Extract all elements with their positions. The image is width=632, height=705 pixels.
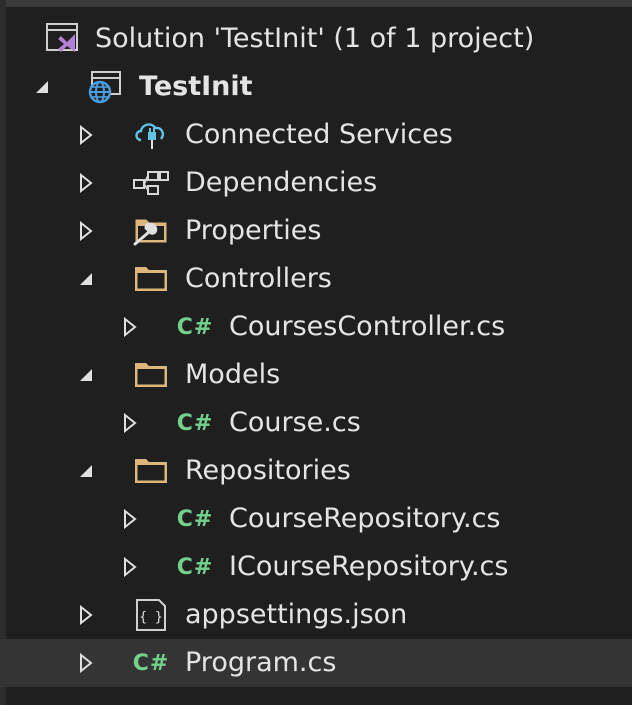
expand-arrow-icon[interactable] [76, 603, 96, 627]
expand-arrow-icon[interactable] [76, 219, 96, 243]
tree-row-courses-controller[interactable]: C# CoursesController.cs [0, 303, 632, 351]
course-repository-label: CourseRepository.cs [229, 503, 501, 534]
web-project-globe-icon [86, 70, 124, 104]
tree-row-solution[interactable]: Solution 'TestInit' (1 of 1 project) [0, 15, 632, 63]
properties-label: Properties [185, 215, 322, 246]
tree-row-course-repository[interactable]: C# CourseRepository.cs [0, 495, 632, 543]
expand-arrow-icon[interactable] [76, 123, 96, 147]
tree-row-properties[interactable]: Properties [0, 207, 632, 255]
expand-arrow-icon[interactable] [76, 171, 96, 195]
folder-wrench-icon [132, 214, 170, 248]
icourse-repository-label: ICourseRepository.cs [229, 551, 509, 582]
tree-row-connected-services[interactable]: Connected Services [0, 111, 632, 159]
panel-top-border [0, 0, 632, 7]
courses-controller-label: CoursesController.cs [229, 311, 506, 342]
json-glyph: { } [139, 610, 162, 625]
models-label: Models [185, 359, 281, 390]
tree-row-repositories[interactable]: Repositories [0, 447, 632, 495]
dependencies-label: Dependencies [185, 167, 378, 198]
csharp-file-icon: C# [176, 506, 214, 532]
collapse-arrow-icon[interactable] [76, 363, 96, 387]
controllers-label: Controllers [185, 263, 332, 294]
csharp-file-icon: C# [176, 410, 214, 436]
program-label: Program.cs [185, 647, 337, 678]
project-label: TestInit [139, 71, 253, 102]
tree-row-icourse-repository[interactable]: C# ICourseRepository.cs [0, 543, 632, 591]
csharp-file-icon: C# [176, 314, 214, 340]
expand-arrow-icon[interactable] [120, 507, 140, 531]
tree-row-course[interactable]: C# Course.cs [0, 399, 632, 447]
course-label: Course.cs [229, 407, 361, 438]
tree-row-appsettings[interactable]: { } appsettings.json [0, 591, 632, 639]
connected-services-label: Connected Services [185, 119, 453, 150]
collapse-arrow-icon[interactable] [32, 75, 52, 99]
tree-row-project[interactable]: TestInit [0, 63, 632, 111]
expand-arrow-icon[interactable] [120, 315, 140, 339]
solution-label: Solution 'TestInit' (1 of 1 project) [95, 23, 535, 54]
collapse-arrow-icon[interactable] [76, 459, 96, 483]
collapse-arrow-icon[interactable] [76, 267, 96, 291]
folder-icon [132, 454, 170, 488]
csharp-file-icon: C# [176, 554, 214, 580]
expand-arrow-icon[interactable] [120, 555, 140, 579]
folder-icon [132, 358, 170, 392]
expand-arrow-icon[interactable] [76, 651, 96, 675]
tree-row-dependencies[interactable]: Dependencies [0, 159, 632, 207]
tree-row-models[interactable]: Models [0, 351, 632, 399]
tree-row-controllers[interactable]: Controllers [0, 255, 632, 303]
csharp-file-icon: C# [132, 650, 170, 676]
dependency-nodes-icon [132, 166, 170, 200]
json-file-icon: { } [132, 598, 170, 632]
expand-arrow-icon[interactable] [120, 411, 140, 435]
cloud-plug-icon [132, 118, 170, 152]
appsettings-label: appsettings.json [185, 599, 408, 630]
visual-studio-solution-icon [44, 22, 82, 56]
repositories-label: Repositories [185, 455, 351, 486]
folder-icon [132, 262, 170, 296]
tree-row-program[interactable]: C# Program.cs [0, 639, 632, 687]
solution-explorer-tree: Solution 'TestInit' (1 of 1 project) Tes… [0, 15, 632, 687]
